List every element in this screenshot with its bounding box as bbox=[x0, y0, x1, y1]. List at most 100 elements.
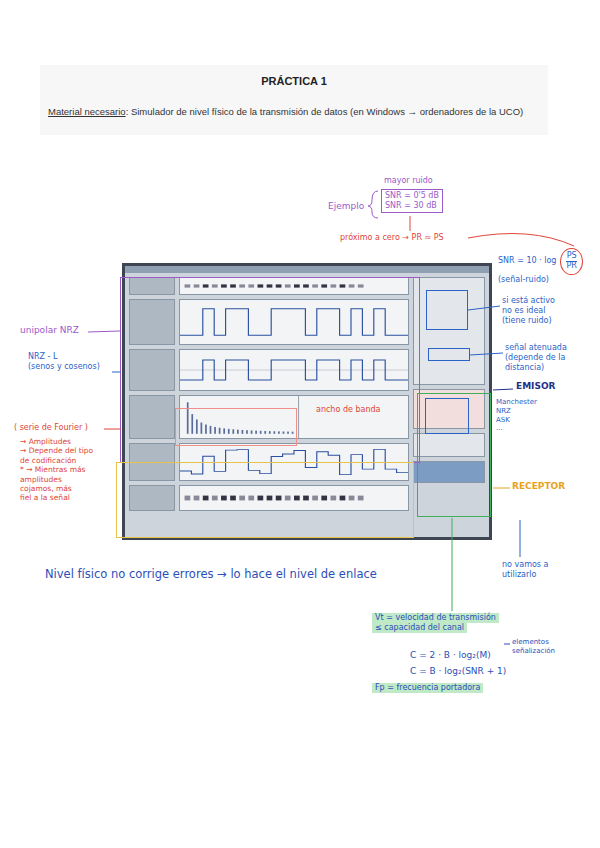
emitted-wave-icon bbox=[180, 350, 408, 390]
note-line: no vamos a bbox=[502, 560, 548, 570]
numerator: PS bbox=[567, 252, 577, 261]
note-line: ≤ capacidad del canal bbox=[372, 623, 467, 633]
annotation: → Amplitudes→ Depende del tipode codific… bbox=[20, 437, 93, 503]
label-tile bbox=[129, 277, 175, 295]
annotation: Vt = velocidad de transmisión≤ capacidad… bbox=[372, 613, 499, 633]
annotation: si está activono es ideal(tiene ruido) bbox=[502, 296, 555, 326]
note-line: si está activo bbox=[502, 296, 555, 306]
annotation: no vamos autilizarlo bbox=[502, 560, 548, 580]
label-column bbox=[129, 277, 175, 533]
spectrum-bars-icon bbox=[180, 396, 408, 438]
note-line: * → Mientras más bbox=[20, 465, 85, 474]
annotation: Nivel físico no corrige errores → lo hac… bbox=[45, 567, 377, 581]
heading-note: EMISOR bbox=[516, 381, 556, 392]
note-line: NRZ - L bbox=[28, 352, 57, 362]
note-line: señalización bbox=[512, 647, 555, 656]
denominator: PR bbox=[566, 262, 576, 271]
emitter-side-outline bbox=[417, 393, 491, 517]
attenuation-outline bbox=[428, 348, 470, 361]
label-tile bbox=[129, 395, 175, 439]
coded-wave-icon bbox=[180, 300, 408, 344]
note-line: → Depende del tipo bbox=[20, 446, 93, 455]
heading-note: RECEPTOR bbox=[512, 481, 565, 492]
annotation: próximo a cero → PR ≈ PS bbox=[340, 233, 444, 243]
annotation: señal atenuada(depende de ladistancia) bbox=[505, 343, 567, 373]
label-tile bbox=[129, 299, 175, 345]
note-line: elementos bbox=[512, 638, 549, 647]
params-panel bbox=[413, 433, 485, 457]
side-column bbox=[413, 277, 485, 533]
annotation: C = B · log₂(SNR + 1) bbox=[410, 666, 506, 677]
annotation: Fp = frecuencia portadora bbox=[372, 683, 483, 693]
note-line: fiel a la señal bbox=[20, 493, 70, 502]
note-line: señal atenuada bbox=[505, 343, 567, 353]
note-line: ( serie de Fourier ) bbox=[14, 423, 88, 433]
note-line: Vt = velocidad de transmisión bbox=[372, 613, 499, 623]
formula-row: SNR = 10 · log PSPR bbox=[498, 248, 583, 275]
annotation: elementosseñalización bbox=[512, 638, 555, 656]
note-line: Fp = frecuencia portadora bbox=[372, 683, 483, 693]
simulator-body bbox=[125, 273, 489, 537]
note-line: (senos y cosenos) bbox=[28, 362, 100, 372]
material-label: Material necesario bbox=[48, 106, 126, 117]
note-line: Nivel físico no corrige errores → lo hac… bbox=[45, 567, 377, 581]
bandwidth-outline bbox=[175, 408, 297, 446]
annotation: mayor ruido bbox=[384, 176, 433, 186]
message-panel bbox=[179, 277, 409, 295]
annotation: NRZ - L(senos y cosenos) bbox=[28, 352, 100, 372]
page: PRÁCTICA 1Material necesario: Simulador … bbox=[0, 0, 600, 848]
note-line: cojamos, más bbox=[20, 484, 72, 493]
fraction: PSPR bbox=[560, 248, 582, 275]
note-line: C = 2 · B · log₂(M) bbox=[410, 650, 491, 661]
annotation: ManchesterNRZASK... bbox=[496, 398, 537, 433]
header-card: PRÁCTICA 1Material necesario: Simulador … bbox=[40, 65, 548, 135]
coding-select-panel bbox=[413, 389, 485, 429]
note-line: (tiene ruido) bbox=[502, 316, 552, 326]
note-line: no es ideal bbox=[502, 306, 546, 316]
note-line: EMISOR bbox=[516, 381, 556, 392]
annotation: ( serie de Fourier ) bbox=[14, 423, 88, 433]
note-line: ancho de banda bbox=[316, 405, 380, 415]
spectrum-panel bbox=[179, 395, 409, 439]
annotation: SNR = 0'5 dBSNR = 30 dB bbox=[381, 189, 443, 213]
emitter-outline bbox=[120, 277, 420, 463]
bit-dots-icon bbox=[180, 278, 408, 294]
coding-outline bbox=[425, 398, 469, 434]
note-line: SNR = 30 dB bbox=[385, 201, 437, 211]
annotation: ancho de banda bbox=[316, 405, 380, 415]
note-line: distancia) bbox=[505, 363, 544, 373]
material-line: Material necesario: Simulador de nivel f… bbox=[48, 103, 540, 121]
formula-note: SNR = 10 · log PSPR (señal-ruido) bbox=[498, 248, 583, 285]
note-line: de codificación bbox=[20, 456, 76, 465]
action-icon bbox=[413, 461, 485, 483]
emitted-panel bbox=[179, 349, 409, 391]
annotation: Ejemplo bbox=[328, 201, 364, 212]
annotation: unipolar NRZ bbox=[20, 325, 79, 336]
note-line: ... bbox=[496, 424, 503, 433]
note-line: (señal-ruido) bbox=[498, 275, 549, 285]
formula-text: SNR = 10 · log bbox=[498, 256, 556, 266]
coding-panel bbox=[179, 299, 409, 345]
label-tile bbox=[129, 349, 175, 391]
note-line: ASK bbox=[496, 416, 510, 425]
note-line: mayor ruido bbox=[384, 176, 433, 186]
note-line: (depende de la bbox=[505, 353, 565, 363]
note-line: Manchester bbox=[496, 398, 537, 407]
receiver-outline bbox=[116, 462, 414, 538]
note-line: amplitudes bbox=[20, 475, 62, 484]
received-message-panel bbox=[179, 485, 409, 511]
annotation: C = 2 · B · log₂(M) bbox=[410, 650, 491, 661]
label-tile bbox=[129, 485, 175, 511]
title-bar bbox=[125, 266, 489, 273]
note-line: RECEPTOR bbox=[512, 481, 565, 492]
bit-dots-icon bbox=[180, 486, 408, 510]
note-line: SNR = 0'5 dB bbox=[385, 191, 439, 201]
channel-panel bbox=[413, 277, 485, 385]
note-line: → Amplitudes bbox=[20, 437, 71, 446]
note-line: utilizarlo bbox=[502, 570, 536, 580]
note-line: Ejemplo bbox=[328, 201, 364, 212]
note-line: unipolar NRZ bbox=[20, 325, 79, 336]
simulator-photo bbox=[122, 263, 492, 540]
noise-outline bbox=[426, 290, 468, 330]
note-line: NRZ bbox=[496, 407, 511, 416]
